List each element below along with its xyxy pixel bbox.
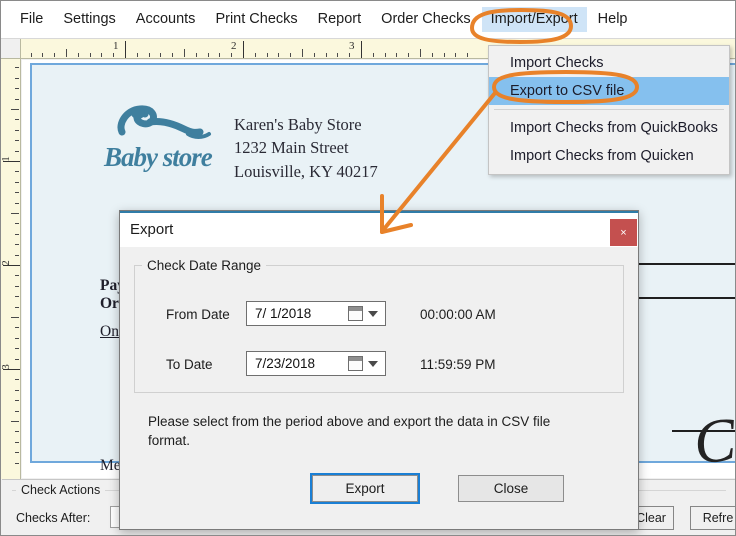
from-time-value: 00:00:00 AM bbox=[420, 307, 496, 322]
menu-item-file[interactable]: File bbox=[11, 7, 52, 32]
check-company-address: Karen's Baby Store 1232 Main Street Loui… bbox=[234, 113, 378, 183]
menu-item-order-checks[interactable]: Order Checks bbox=[372, 7, 479, 32]
menu-item-import-export[interactable]: Import/Export bbox=[481, 6, 587, 33]
ruler-top-number-2: 2 bbox=[231, 40, 237, 52]
address-line-1: 1232 Main Street bbox=[234, 138, 349, 158]
ruler-top-number-1: 1 bbox=[113, 40, 119, 52]
application-window: File Settings Accounts Print Checks Repo… bbox=[0, 0, 736, 536]
dialog-title: Export bbox=[130, 221, 174, 238]
company-name: Karen's Baby Store bbox=[234, 115, 362, 134]
dialog-close-button[interactable]: Close bbox=[458, 475, 564, 502]
menu-option-import-checks-from-quickbooks[interactable]: Import Checks from QuickBooks bbox=[489, 114, 729, 142]
from-date-label: From Date bbox=[166, 307, 230, 322]
menu-item-accounts[interactable]: Accounts bbox=[127, 7, 205, 32]
checks-after-label: Checks After: bbox=[16, 511, 91, 525]
ruler-vertical: 1 2 3 bbox=[1, 59, 21, 479]
ruler-top-number-3: 3 bbox=[349, 40, 355, 52]
to-time-value: 11:59:59 PM bbox=[420, 357, 496, 372]
to-date-value: 7/23/2018 bbox=[255, 356, 316, 371]
menu-item-settings[interactable]: Settings bbox=[54, 7, 124, 32]
calendar-icon bbox=[348, 306, 363, 321]
from-date-value: 7/ 1/2018 bbox=[255, 306, 312, 321]
dialog-body: Check Date Range From Date 7/ 1/2018 00:… bbox=[120, 247, 638, 529]
menu-item-report[interactable]: Report bbox=[309, 7, 371, 32]
menu-bar: File Settings Accounts Print Checks Repo… bbox=[1, 1, 735, 39]
to-date-input[interactable]: 7/23/2018 bbox=[246, 351, 386, 376]
baby-store-logo-icon: Baby store bbox=[104, 102, 234, 174]
export-dialog[interactable]: Export × Check Date Range From Date 7/ 1… bbox=[119, 210, 639, 530]
import-export-dropdown-menu[interactable]: Import Checks Export to CSV file Import … bbox=[488, 45, 730, 175]
address-line-2: Louisville, KY 40217 bbox=[234, 161, 378, 181]
ruler-left-number-1: 1 bbox=[1, 156, 12, 162]
chevron-down-icon[interactable] bbox=[368, 361, 378, 367]
ruler-left-number-3: 3 bbox=[1, 364, 12, 370]
export-button[interactable]: Export bbox=[310, 473, 420, 504]
to-date-label: To Date bbox=[166, 357, 213, 372]
refresh-button[interactable]: Refre bbox=[690, 506, 735, 530]
from-date-input[interactable]: 7/ 1/2018 bbox=[246, 301, 386, 326]
ruler-left-number-2: 2 bbox=[1, 260, 12, 266]
menu-option-import-checks-from-quicken[interactable]: Import Checks from Quicken bbox=[489, 142, 729, 170]
menu-item-help[interactable]: Help bbox=[589, 7, 637, 32]
menu-option-import-checks[interactable]: Import Checks bbox=[489, 49, 729, 77]
dialog-title-bar: Export × bbox=[120, 211, 638, 247]
check-date-range-legend: Check Date Range bbox=[142, 258, 267, 273]
menu-option-export-to-csv-file[interactable]: Export to CSV file bbox=[489, 77, 729, 105]
close-icon[interactable]: × bbox=[610, 219, 637, 246]
menu-separator bbox=[494, 109, 724, 110]
calendar-icon bbox=[348, 356, 363, 371]
ruler-corner bbox=[1, 39, 21, 59]
chevron-down-icon[interactable] bbox=[368, 311, 378, 317]
signature-mark: Cg bbox=[690, 402, 736, 478]
menu-item-print-checks[interactable]: Print Checks bbox=[206, 7, 306, 32]
check-actions-legend: Check Actions bbox=[16, 483, 106, 497]
dialog-instruction-text: Please select from the period above and … bbox=[148, 414, 551, 448]
logo-wordmark: Baby store bbox=[104, 142, 213, 172]
